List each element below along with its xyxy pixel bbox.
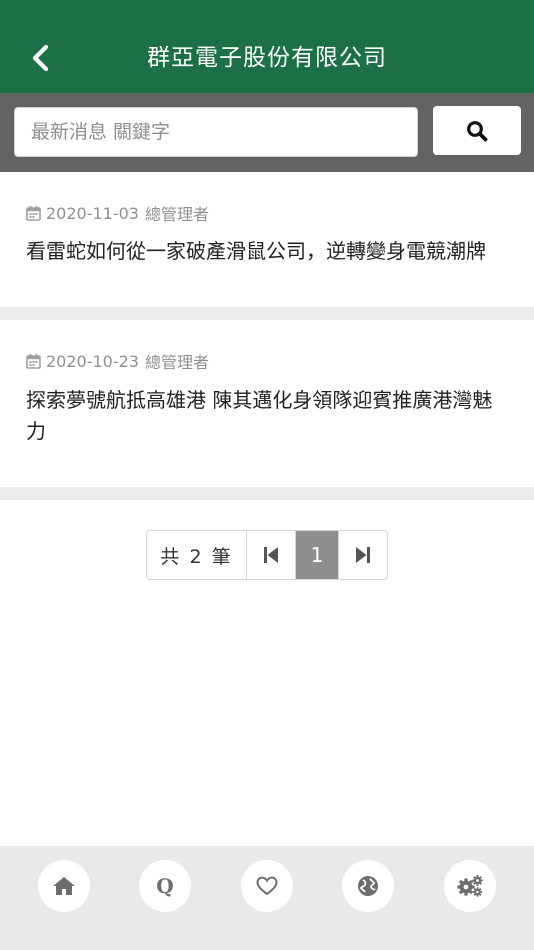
news-title[interactable]: 探索夢號航抵高雄港 陳其邁化身領隊迎賓推廣港灣魅力 <box>26 385 512 447</box>
tab-home[interactable] <box>38 860 90 912</box>
calendar-icon <box>26 353 41 369</box>
tab-website[interactable] <box>342 860 394 912</box>
search-button[interactable] <box>433 106 521 155</box>
total-count: 共 2 筆 <box>147 531 247 579</box>
app-header: 群亞電子股份有限公司 <box>0 0 534 93</box>
q-icon: Q <box>156 874 174 898</box>
globe-icon <box>358 876 378 896</box>
news-item[interactable]: 2020-11-03 總管理者 看雷蛇如何從一家破產滑鼠公司，逆轉變身電競潮牌 <box>0 172 534 307</box>
tab-settings[interactable] <box>444 860 496 912</box>
gears-icon <box>457 875 483 897</box>
heart-icon <box>256 876 278 896</box>
news-author: 總管理者 <box>144 353 209 372</box>
news-author: 總管理者 <box>144 205 209 224</box>
tab-q[interactable]: Q <box>139 860 191 912</box>
page-button-active[interactable]: 1 <box>296 531 338 579</box>
news-date: 2020-11-03 <box>46 203 139 223</box>
tab-favorites[interactable] <box>241 860 293 912</box>
divider <box>0 307 534 320</box>
search-icon <box>467 120 488 141</box>
divider <box>0 487 534 500</box>
search-bar <box>0 93 534 172</box>
news-item[interactable]: 2020-10-23 總管理者 探索夢號航抵高雄港 陳其邁化身領隊迎賓推廣港灣魅… <box>0 320 534 487</box>
news-meta: 2020-11-03 總管理者 <box>26 201 209 225</box>
step-backward-icon <box>264 547 278 563</box>
step-forward-icon <box>356 547 370 563</box>
news-title[interactable]: 看雷蛇如何從一家破產滑鼠公司，逆轉變身電競潮牌 <box>26 236 512 267</box>
search-input[interactable] <box>14 107 418 157</box>
first-page-button[interactable] <box>247 531 296 579</box>
news-date: 2020-10-23 <box>46 351 139 371</box>
home-icon <box>53 877 75 895</box>
pagination: 共 2 筆 1 <box>146 530 388 580</box>
calendar-icon <box>26 205 41 221</box>
news-meta: 2020-10-23 總管理者 <box>26 349 209 373</box>
last-page-button[interactable] <box>338 531 387 579</box>
bottom-nav: Q <box>0 846 534 950</box>
page-title: 群亞電子股份有限公司 <box>147 45 387 71</box>
